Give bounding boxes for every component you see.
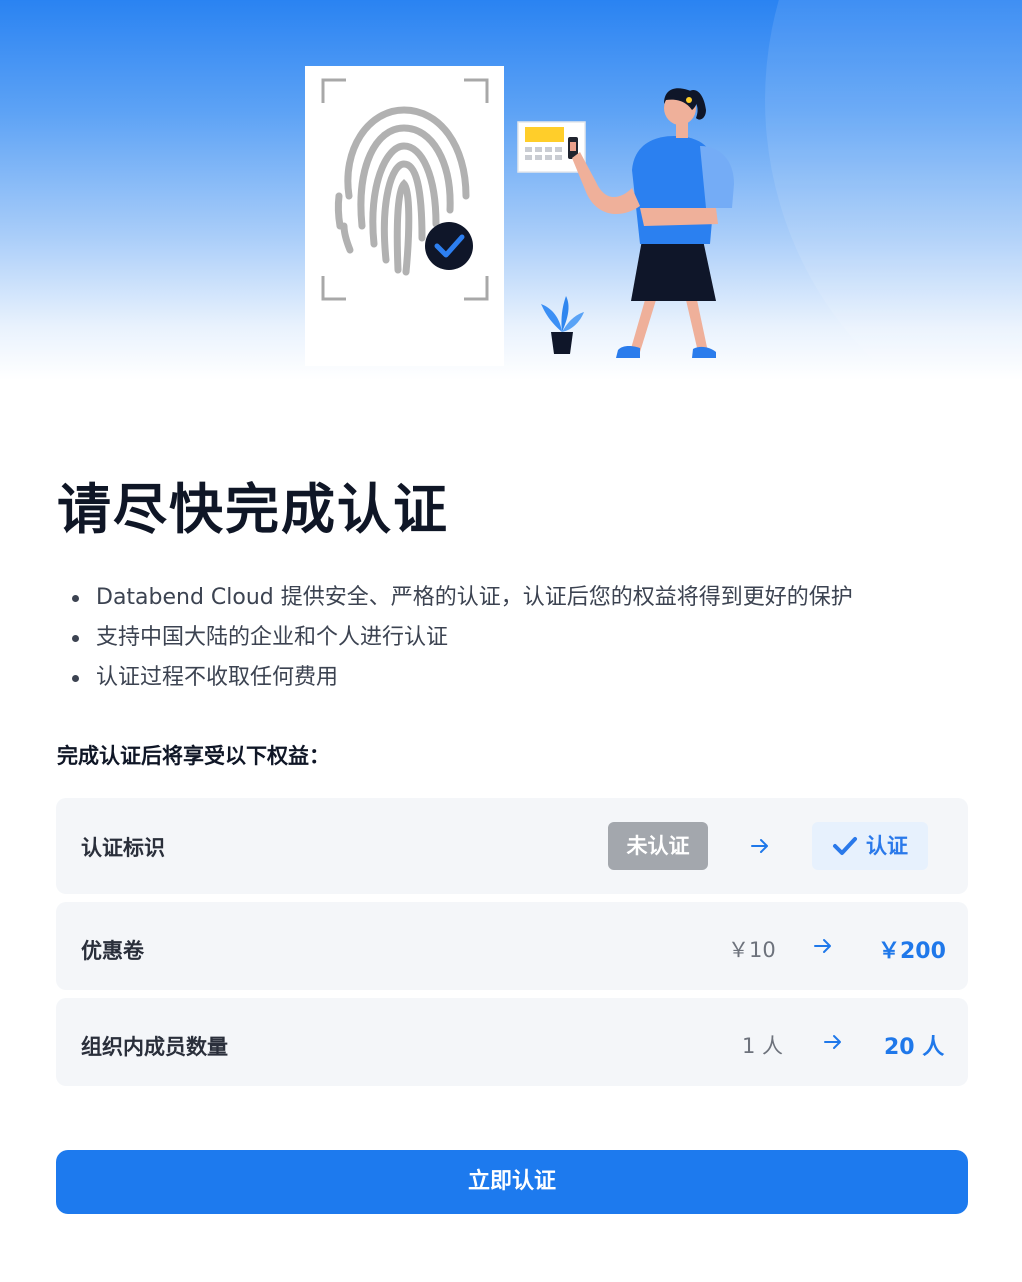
- benefit-label: 组织内成员数量: [81, 1035, 228, 1059]
- benefit-label: 优惠卷: [81, 939, 144, 963]
- info-list-item: 认证过程不收取任何费用: [72, 658, 853, 698]
- info-text: 认证过程不收取任何费用: [96, 665, 339, 690]
- person-illustration: [572, 88, 734, 358]
- benefit-row-coupon: 优惠卷 ￥10 ￥200: [56, 902, 968, 990]
- benefit-before-value: 1 人: [742, 1034, 784, 1058]
- verified-badge: 认证: [812, 822, 928, 870]
- verified-badge-label: 认证: [866, 834, 908, 858]
- bullet-dot-icon: [72, 635, 79, 642]
- info-text: Databend Cloud 提供安全、严格的认证，认证后您的权益将得到更好的保…: [96, 585, 853, 610]
- arrow-right-icon: [824, 1035, 841, 1049]
- info-text: 支持中国大陆的企业和个人进行认证: [96, 625, 449, 650]
- benefit-row-members: 组织内成员数量 1 人 20 人: [56, 998, 968, 1086]
- unverified-badge: 未认证: [608, 822, 708, 870]
- bullet-dot-icon: [72, 595, 79, 602]
- checkmark-icon: [833, 837, 857, 855]
- arrow-right-icon: [751, 839, 768, 853]
- verify-now-button[interactable]: 立即认证: [56, 1150, 968, 1214]
- page-title: 请尽快完成认证: [57, 478, 449, 541]
- hero-banner: [0, 0, 1022, 380]
- benefit-after-value: ￥200: [878, 939, 946, 964]
- benefit-before-value: ￥10: [728, 938, 776, 962]
- info-list-item: 支持中国大陆的企业和个人进行认证: [72, 618, 853, 658]
- bullet-dot-icon: [72, 675, 79, 682]
- plant-icon: [541, 296, 584, 354]
- verification-illustration: [305, 66, 734, 366]
- benefit-row-badge: 认证标识 未认证 认证: [56, 798, 968, 894]
- info-list-item: Databend Cloud 提供安全、严格的认证，认证后您的权益将得到更好的保…: [72, 578, 853, 618]
- benefit-label: 认证标识: [81, 836, 165, 860]
- benefits-heading: 完成认证后将享受以下权益：: [57, 744, 330, 768]
- check-circle-icon: [425, 222, 473, 270]
- info-list: Databend Cloud 提供安全、严格的认证，认证后您的权益将得到更好的保…: [72, 578, 853, 698]
- arrow-right-icon: [814, 939, 831, 953]
- benefit-after-value: 20 人: [884, 1035, 945, 1060]
